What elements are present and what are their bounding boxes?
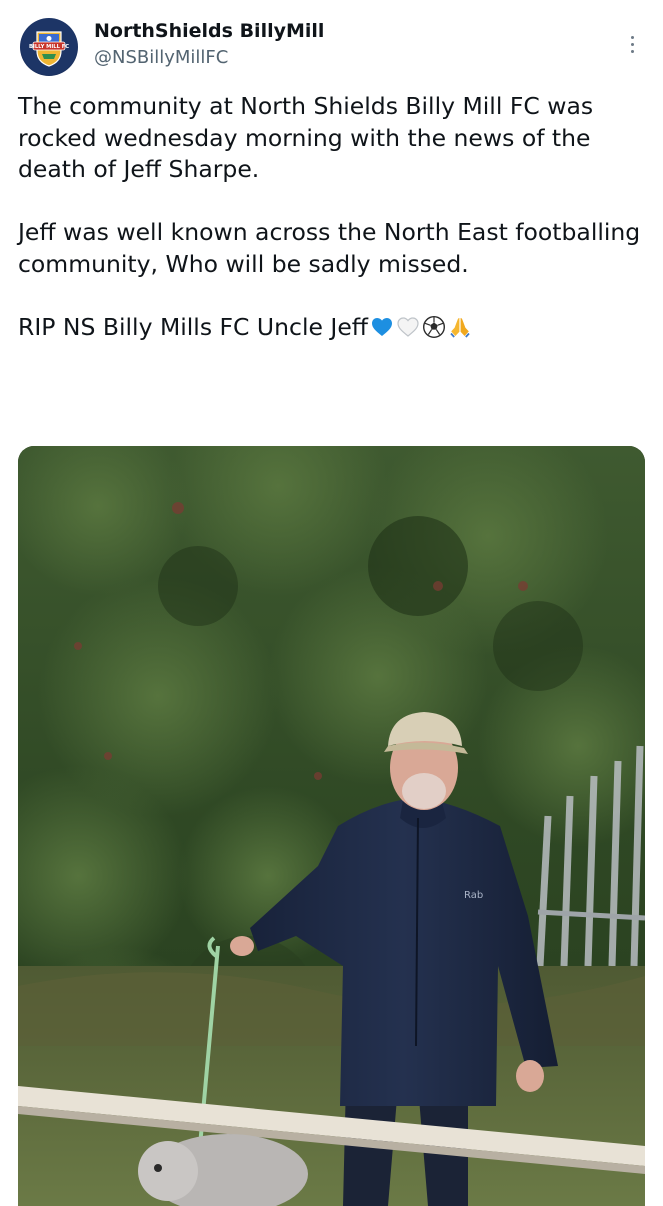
tweet-text: The community at North Shields Billy Mil… [18, 91, 654, 347]
club-crest-icon: BILLY MILL FC [21, 19, 77, 75]
more-options-icon[interactable] [622, 30, 642, 58]
jacket-brand-logo: Rab [464, 890, 483, 901]
tweet-paragraph-rip-text: RIP NS Billy Mills FC Uncle Jeff [18, 312, 368, 341]
tweet[interactable]: BILLY MILL FC NorthShields BillyMill @NS… [0, 0, 663, 1206]
author-display-name[interactable]: NorthShields BillyMill [94, 19, 324, 43]
tweet-header: BILLY MILL FC NorthShields BillyMill @NS… [0, 0, 663, 95]
author-info: NorthShields BillyMill @NSBillyMillFC [94, 19, 324, 71]
white-heart-icon [396, 315, 420, 348]
avatar[interactable]: BILLY MILL FC [20, 18, 78, 76]
tweet-paragraph: The community at North Shields Billy Mil… [18, 92, 594, 183]
author-handle[interactable]: @NSBillyMillFC [94, 45, 324, 71]
blue-heart-icon [370, 315, 394, 348]
tweet-paragraph: Jeff was well known across the North Eas… [18, 218, 641, 278]
soccer-ball-icon [422, 315, 446, 348]
folded-hands-icon [448, 315, 472, 348]
tweet-photo[interactable]: Rab [18, 446, 645, 1206]
avatar-crest-text: BILLY MILL FC [29, 44, 69, 50]
tweet-paragraph-rip: RIP NS Billy Mills FC Uncle Jeff [18, 312, 654, 348]
photo-man-with-dog-icon: Rab [18, 446, 645, 1206]
